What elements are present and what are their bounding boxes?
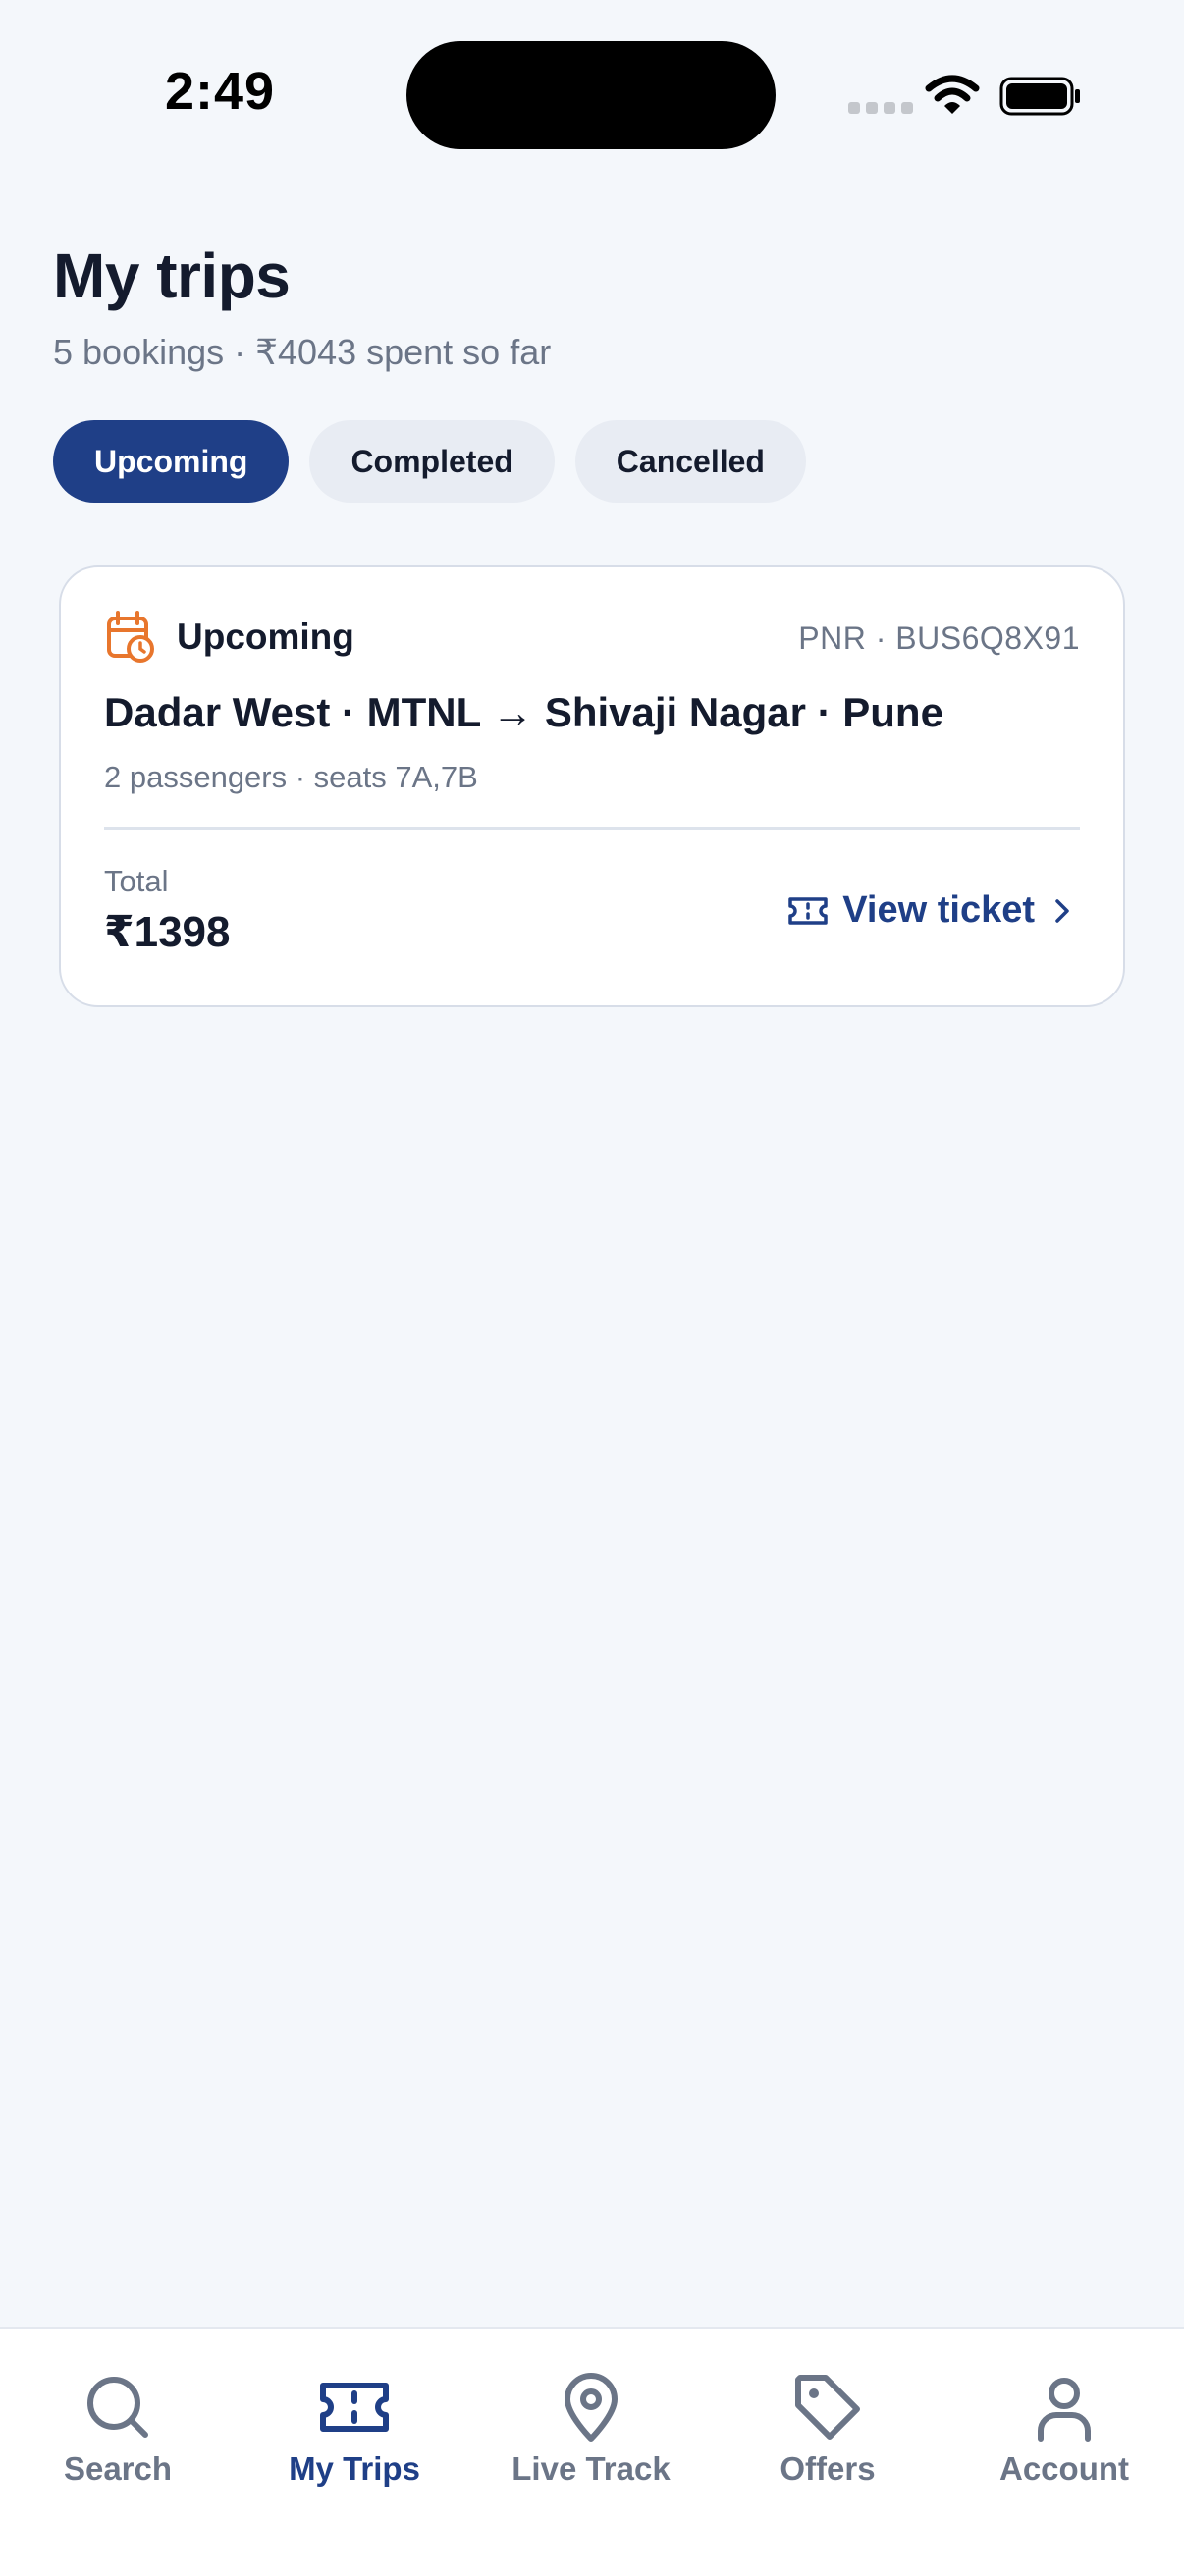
nav-label: Offers [780,2450,876,2487]
nav-search[interactable]: Search [10,2372,226,2488]
total-label: Total [104,864,169,898]
ticket-icon [788,896,829,925]
battery-icon [999,77,1080,116]
tab-upcoming[interactable]: Upcoming [53,420,290,503]
pnr-number: PNR · BUS6Q8X91 [798,620,1080,656]
user-icon [1038,2378,1091,2442]
nav-live-track[interactable]: Live Track [483,2372,699,2488]
trip-status: Upcoming [106,611,354,664]
search-icon [87,2377,148,2438]
bookings-summary: 5 bookings · ₹4043 spent so far [53,332,552,372]
nav-label: Search [63,2450,173,2487]
status-time: 2:49 [165,62,276,121]
nav-account[interactable]: Account [956,2372,1172,2488]
trip-filter-tabs: Upcoming Completed Cancelled [53,420,806,503]
bottom-nav: Search My Trips Live Track Offers Accoun… [0,2327,1184,2576]
ticket-icon [320,2383,389,2432]
trip-card[interactable]: Upcoming PNR · BUS6Q8X91 Dadar West · MT… [59,565,1125,1007]
chevron-right-icon [1055,898,1069,923]
tab-cancelled[interactable]: Cancelled [574,420,806,503]
nav-label: My Trips [289,2450,420,2487]
tab-completed[interactable]: Completed [309,420,555,503]
trip-route: Dadar West · MTNL → Shivaji Nagar · Pune [104,689,943,735]
nav-label: Account [999,2450,1129,2487]
total-amount: ₹1398 [104,908,231,956]
calendar-clock-icon [107,611,154,663]
page-title: My trips [53,241,291,311]
card-divider [104,827,1080,830]
trip-status-label: Upcoming [177,617,354,657]
trip-passenger-details: 2 passengers · seats 7A,7B [104,760,478,794]
wifi-icon [925,75,980,114]
dynamic-island [406,41,776,149]
nav-offers[interactable]: Offers [720,2372,936,2488]
view-ticket-label: View ticket [842,889,1035,931]
nav-my-trips[interactable]: My Trips [246,2372,462,2488]
cellular-signal-icon [848,102,913,114]
tag-icon [795,2375,860,2440]
view-ticket-button[interactable]: View ticket [787,889,1076,932]
map-pin-icon [565,2373,618,2442]
nav-label: Live Track [511,2450,671,2487]
status-bar: 2:49 [0,0,1184,177]
